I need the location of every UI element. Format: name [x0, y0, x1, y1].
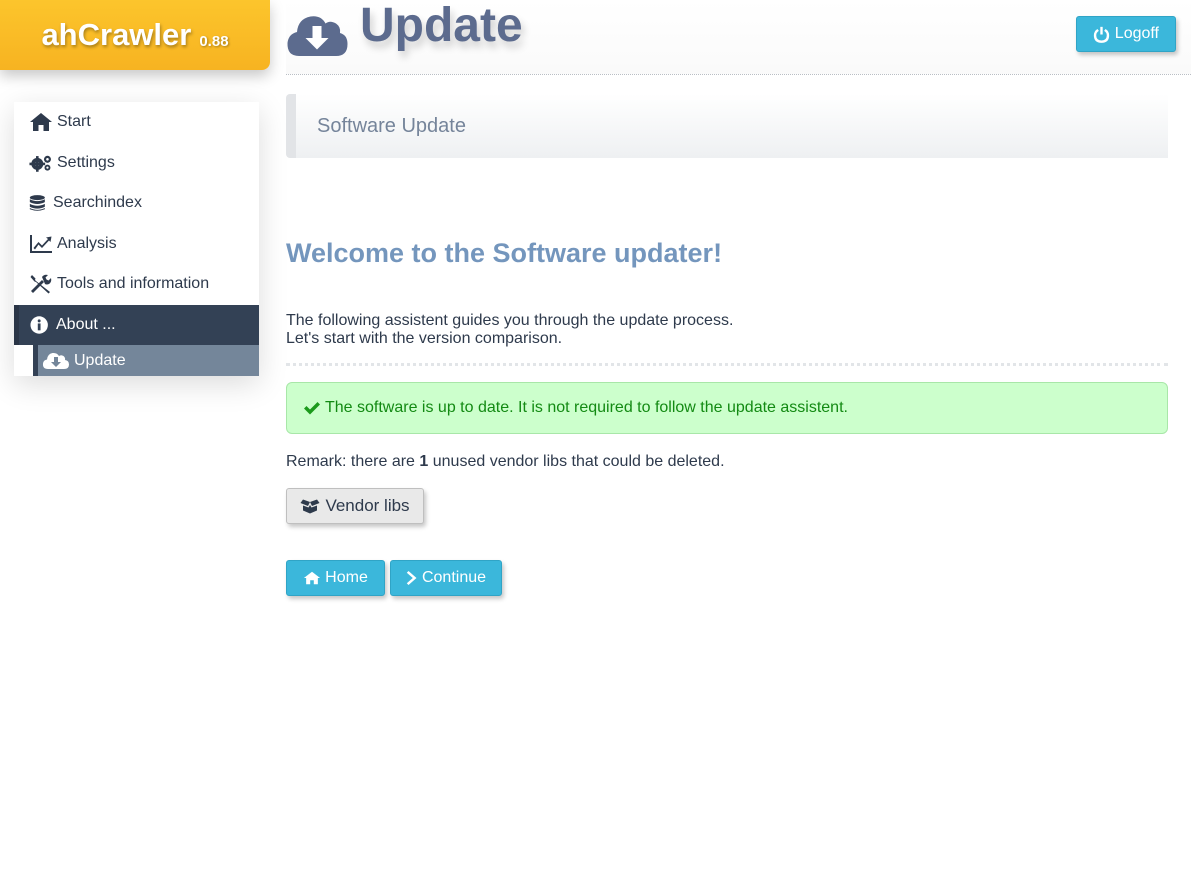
cloud-download-icon	[287, 16, 348, 56]
sidebar-item-label: About ...	[56, 315, 116, 333]
logoff-label: Logoff	[1114, 25, 1159, 42]
cloud-download-icon	[42, 352, 69, 369]
welcome-heading: Welcome to the Software updater!	[286, 238, 723, 268]
sidebar-item-label: Start	[57, 113, 91, 131]
box-open-icon	[300, 499, 320, 514]
chart-line-icon	[30, 234, 52, 253]
remark-text: Remark: there are 1 unused vendor libs t…	[286, 453, 725, 471]
sidebar-item-settings[interactable]: Settings	[14, 143, 259, 184]
app-logo[interactable]: ahCrawler 0.88	[0, 0, 270, 70]
sidebar-subitem-label: Update	[74, 351, 126, 369]
vendor-libs-label: Vendor libs	[325, 496, 410, 515]
alert-message: The software is up to date. It is not re…	[325, 399, 848, 416]
sidebar-item-start[interactable]: Start	[14, 102, 259, 143]
sidebar-item-label: Analysis	[57, 234, 117, 252]
continue-button[interactable]: Continue	[390, 560, 502, 596]
sidebar-item-label: Tools and information	[57, 275, 210, 293]
intro-line-2: Let's start with the version comparison.	[286, 330, 563, 347]
divider	[286, 363, 1168, 366]
page-title: Update	[360, 0, 523, 52]
sidebar-item-tools[interactable]: Tools and information	[14, 264, 259, 305]
sidebar-subitem-update[interactable]: Update	[33, 345, 259, 376]
chevron-right-icon	[406, 571, 417, 585]
unused-libs-count: 1	[419, 453, 429, 470]
section-title-bar: Software Update	[286, 94, 1168, 158]
tools-icon	[30, 275, 52, 294]
sidebar-item-analysis[interactable]: Analysis	[14, 224, 259, 265]
success-alert: The software is up to date. It is not re…	[286, 382, 1168, 434]
home-icon	[304, 571, 321, 585]
logoff-button[interactable]: Logoff	[1075, 16, 1176, 52]
home-icon	[30, 113, 52, 132]
sidebar: Start Settings Searchindex Analysis Tool…	[14, 102, 259, 376]
sidebar-item-searchindex[interactable]: Searchindex	[14, 183, 259, 224]
home-button[interactable]: Home	[286, 560, 385, 596]
intro-text: The following assistent guides you throu…	[286, 312, 733, 348]
remark-prefix: Remark: there are	[286, 453, 415, 470]
gears-icon	[29, 155, 51, 172]
vendor-libs-button[interactable]: Vendor libs	[286, 488, 424, 524]
database-icon	[29, 195, 45, 211]
check-icon	[304, 402, 320, 415]
sidebar-item-label: Settings	[57, 153, 115, 171]
intro-line-1: The following assistent guides you throu…	[286, 312, 734, 329]
section-title: Software Update	[317, 114, 466, 137]
app-version: 0.88	[199, 32, 229, 50]
sidebar-item-about[interactable]: About ...	[14, 304, 259, 345]
remark-suffix: unused vendor libs that could be deleted…	[432, 453, 725, 470]
home-label: Home	[325, 569, 368, 586]
power-icon	[1093, 26, 1109, 43]
continue-label: Continue	[421, 569, 487, 586]
page-header: Update Logoff	[286, 0, 1191, 75]
sidebar-item-label: Searchindex	[53, 194, 142, 212]
app-name: ahCrawler	[41, 17, 192, 52]
info-circle-icon	[30, 316, 48, 334]
